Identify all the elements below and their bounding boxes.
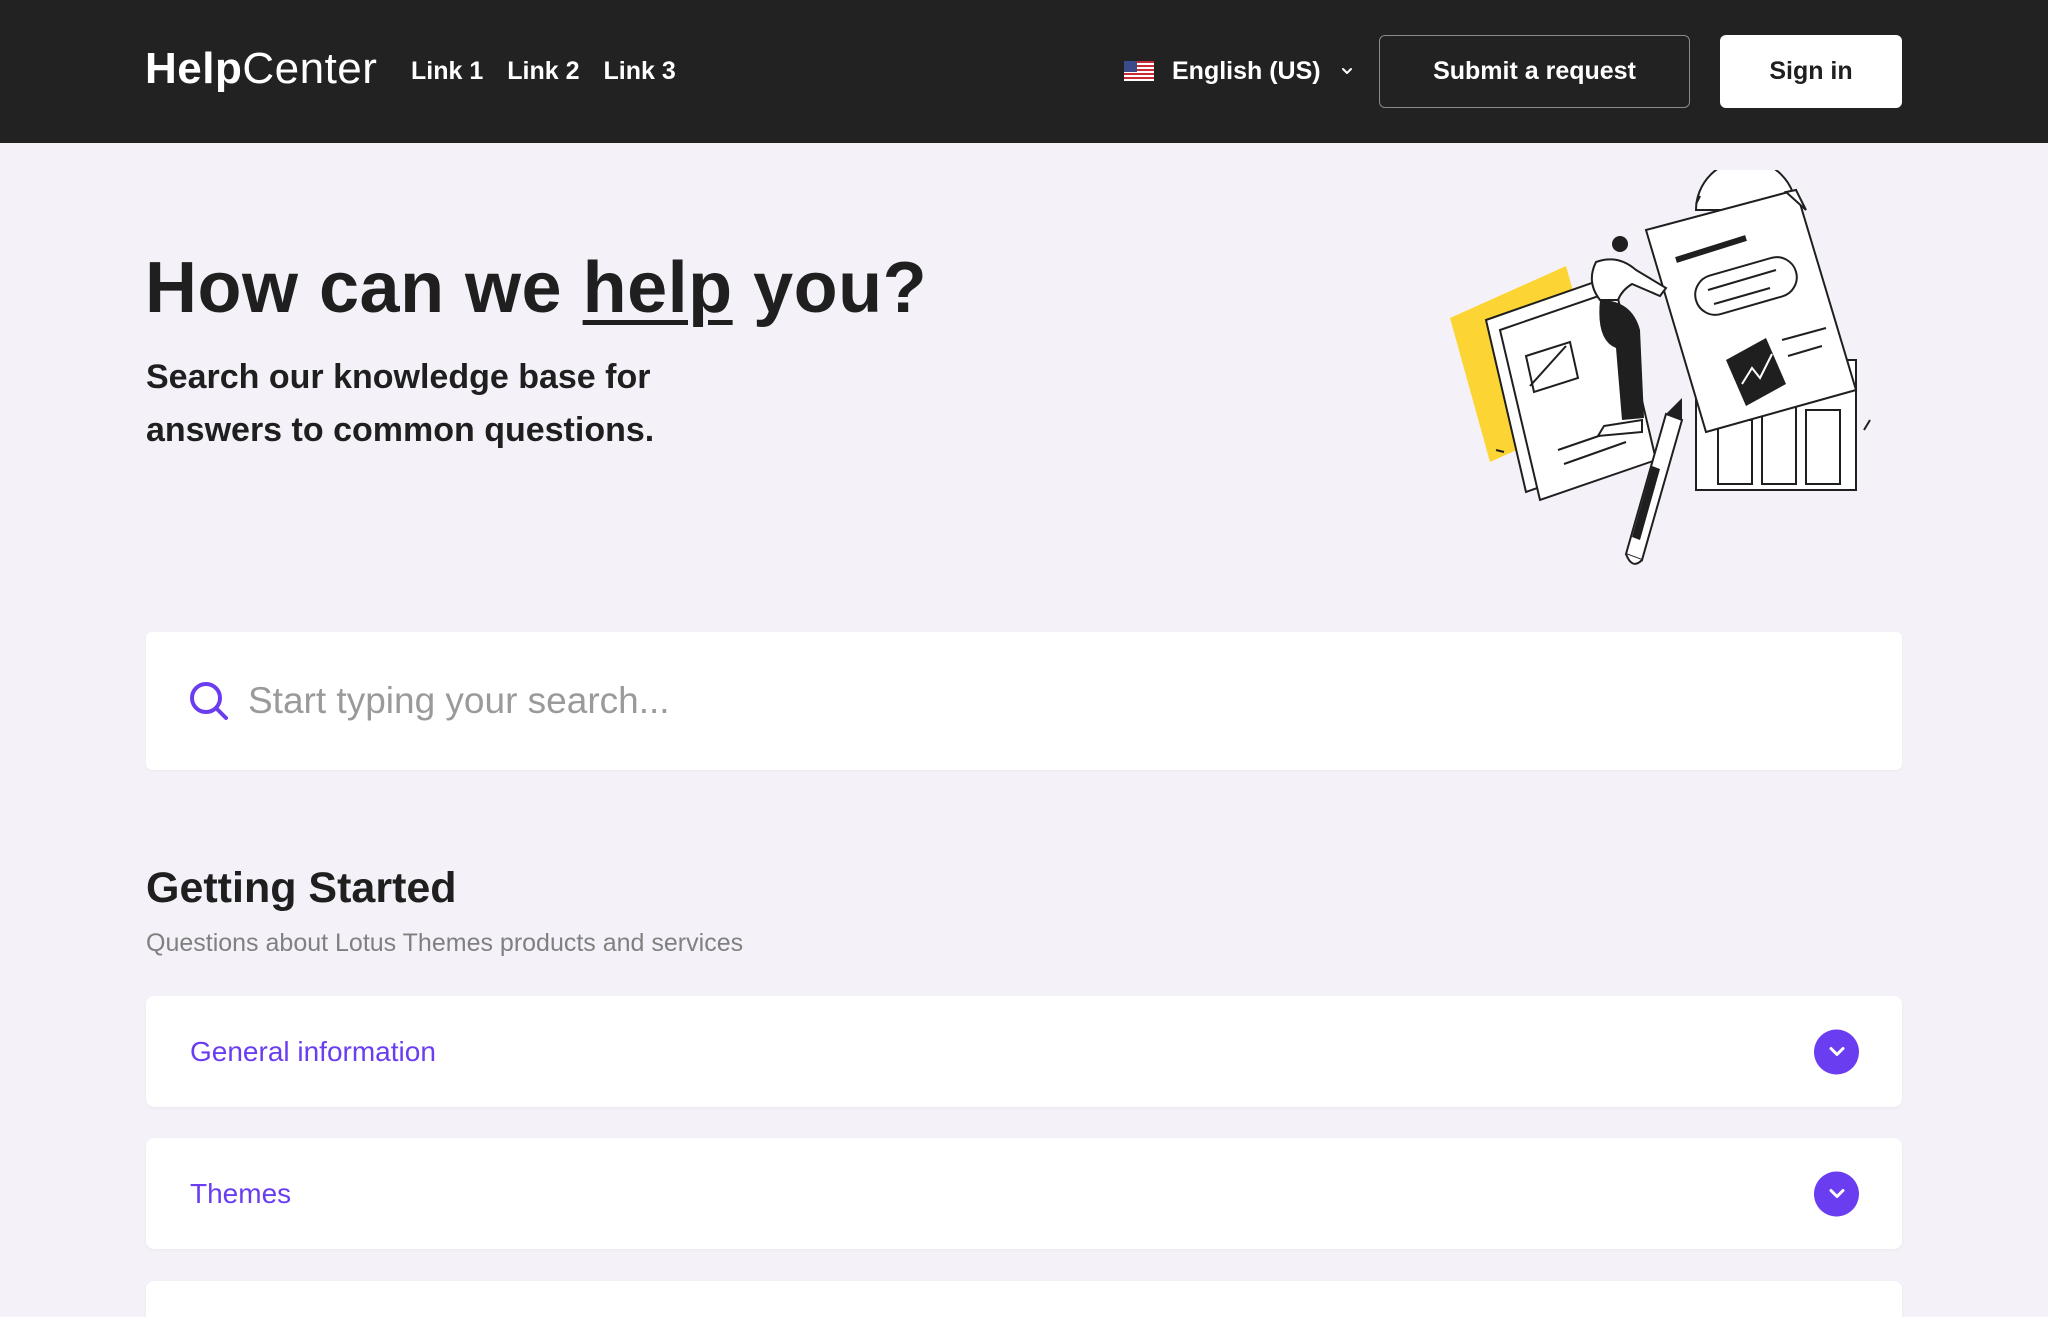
language-selector[interactable]: English (US) <box>1124 52 1355 90</box>
accordion-item-general-information[interactable]: General information <box>146 996 1902 1107</box>
section-title: Getting Started <box>146 864 457 912</box>
submit-request-button[interactable]: Submit a request <box>1379 35 1690 108</box>
search-input[interactable] <box>248 671 1902 731</box>
search-box[interactable] <box>146 632 1902 770</box>
sign-in-button[interactable]: Sign in <box>1720 35 1902 108</box>
language-label: English (US) <box>1172 56 1321 85</box>
hero-title-start: How can we <box>145 248 583 328</box>
hero-title-end: you? <box>732 248 928 328</box>
nav-link-3[interactable]: Link 3 <box>604 54 676 88</box>
expand-chevron-icon[interactable] <box>1814 1171 1859 1216</box>
hero-title-underlined: help <box>582 248 733 328</box>
us-flag-icon <box>1124 61 1154 81</box>
logo-light-text: Center <box>242 44 378 93</box>
hero-title: How can we help you? <box>145 246 927 330</box>
accordion-item-themes[interactable]: Themes <box>146 1138 1902 1249</box>
accordion-item-label: Themes <box>190 1177 292 1209</box>
section-description: Questions about Lotus Themes products an… <box>146 929 744 957</box>
chevron-down-icon <box>1341 68 1352 74</box>
hero-illustration <box>1450 170 1871 565</box>
expand-chevron-icon[interactable] <box>1814 1029 1859 1074</box>
accordion-item-partial[interactable] <box>146 1281 1902 1317</box>
nav-link-1[interactable]: Link 1 <box>411 54 483 88</box>
hero-subtitle: Search our knowledge base for answers to… <box>146 358 655 449</box>
site-logo[interactable]: HelpCenter <box>145 43 377 95</box>
header-nav: Link 1 Link 2 Link 3 <box>411 54 676 88</box>
top-header: HelpCenter Link 1 Link 2 Link 3 English … <box>0 0 2048 143</box>
nav-link-2[interactable]: Link 2 <box>507 54 579 88</box>
search-icon <box>190 682 228 720</box>
logo-bold-text: Help <box>145 44 243 93</box>
accordion-item-label: General information <box>190 1035 436 1067</box>
